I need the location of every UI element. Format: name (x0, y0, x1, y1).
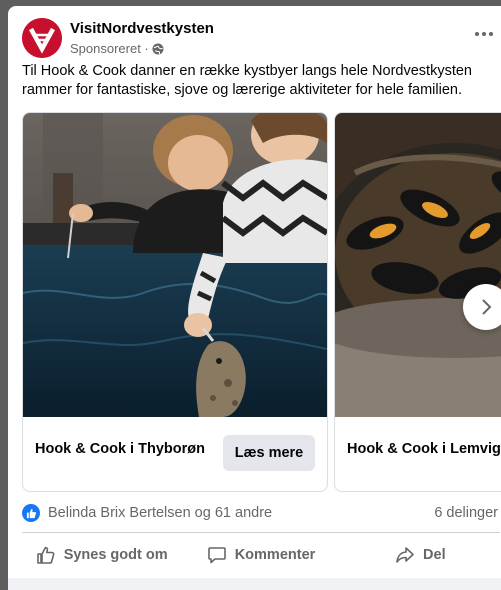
like-icon (36, 546, 55, 564)
feed-background (8, 578, 501, 590)
sponsored-text: Sponsoreret · (70, 41, 149, 56)
comment-label: Kommenter (234, 547, 316, 563)
more-icon (475, 32, 479, 36)
shares-count-link[interactable]: 6 delinger (434, 505, 498, 521)
like-button[interactable]: Synes godt om (22, 538, 181, 572)
comment-button[interactable]: Kommenter (181, 538, 340, 572)
mussels-photo (335, 113, 501, 417)
aquarium-photo (23, 113, 327, 417)
thumbs-up-icon (26, 508, 36, 518)
reaction-names-link[interactable]: Belinda Brix Bertelsen og 61 andre (48, 505, 272, 521)
carousel-card-thyboron[interactable]: Hook & Cook i Thyborøn Læs mere (22, 112, 328, 492)
card-title[interactable]: Hook & Cook i Lemvig (347, 441, 501, 457)
share-button[interactable]: Del (341, 538, 500, 572)
more-options-button[interactable] (472, 24, 496, 44)
share-icon (396, 547, 414, 563)
reactions-bar: Belinda Brix Bertelsen og 61 andre 6 del… (22, 502, 500, 524)
card-footer: Hook & Cook i Lemvig (335, 417, 501, 491)
read-more-button[interactable]: Læs mere (223, 435, 315, 471)
card-footer: Hook & Cook i Thyborøn Læs mere (23, 417, 327, 491)
card-image-aquarium[interactable] (23, 113, 327, 417)
post-header: VisitNordvestkysten Sponsoreret · (22, 14, 501, 58)
sponsored-post: VisitNordvestkysten Sponsoreret · Til Ho… (8, 6, 501, 590)
chevron-right-icon (482, 299, 492, 315)
card-image-mussels[interactable] (335, 113, 501, 417)
page-name-link[interactable]: VisitNordvestkysten (70, 20, 214, 37)
like-reaction-icon[interactable] (22, 504, 40, 522)
carousel: Hook & Cook i Thyborøn Læs mere Hook & C… (22, 112, 501, 492)
share-label: Del (423, 547, 446, 563)
post-text: Til Hook & Cook danner en række kystbyer… (22, 63, 472, 98)
action-bar: Synes godt om Kommenter Del (22, 538, 500, 572)
carousel-next-button[interactable] (463, 284, 501, 330)
comment-icon (207, 547, 226, 564)
page-avatar[interactable] (22, 18, 62, 58)
like-label: Synes godt om (63, 547, 168, 563)
sponsored-label: Sponsoreret · (70, 41, 164, 56)
visitnordvestkysten-logo (22, 18, 62, 58)
card-title[interactable]: Hook & Cook i Thyborøn (35, 441, 205, 457)
globe-icon[interactable] (152, 43, 164, 55)
divider (22, 532, 500, 533)
